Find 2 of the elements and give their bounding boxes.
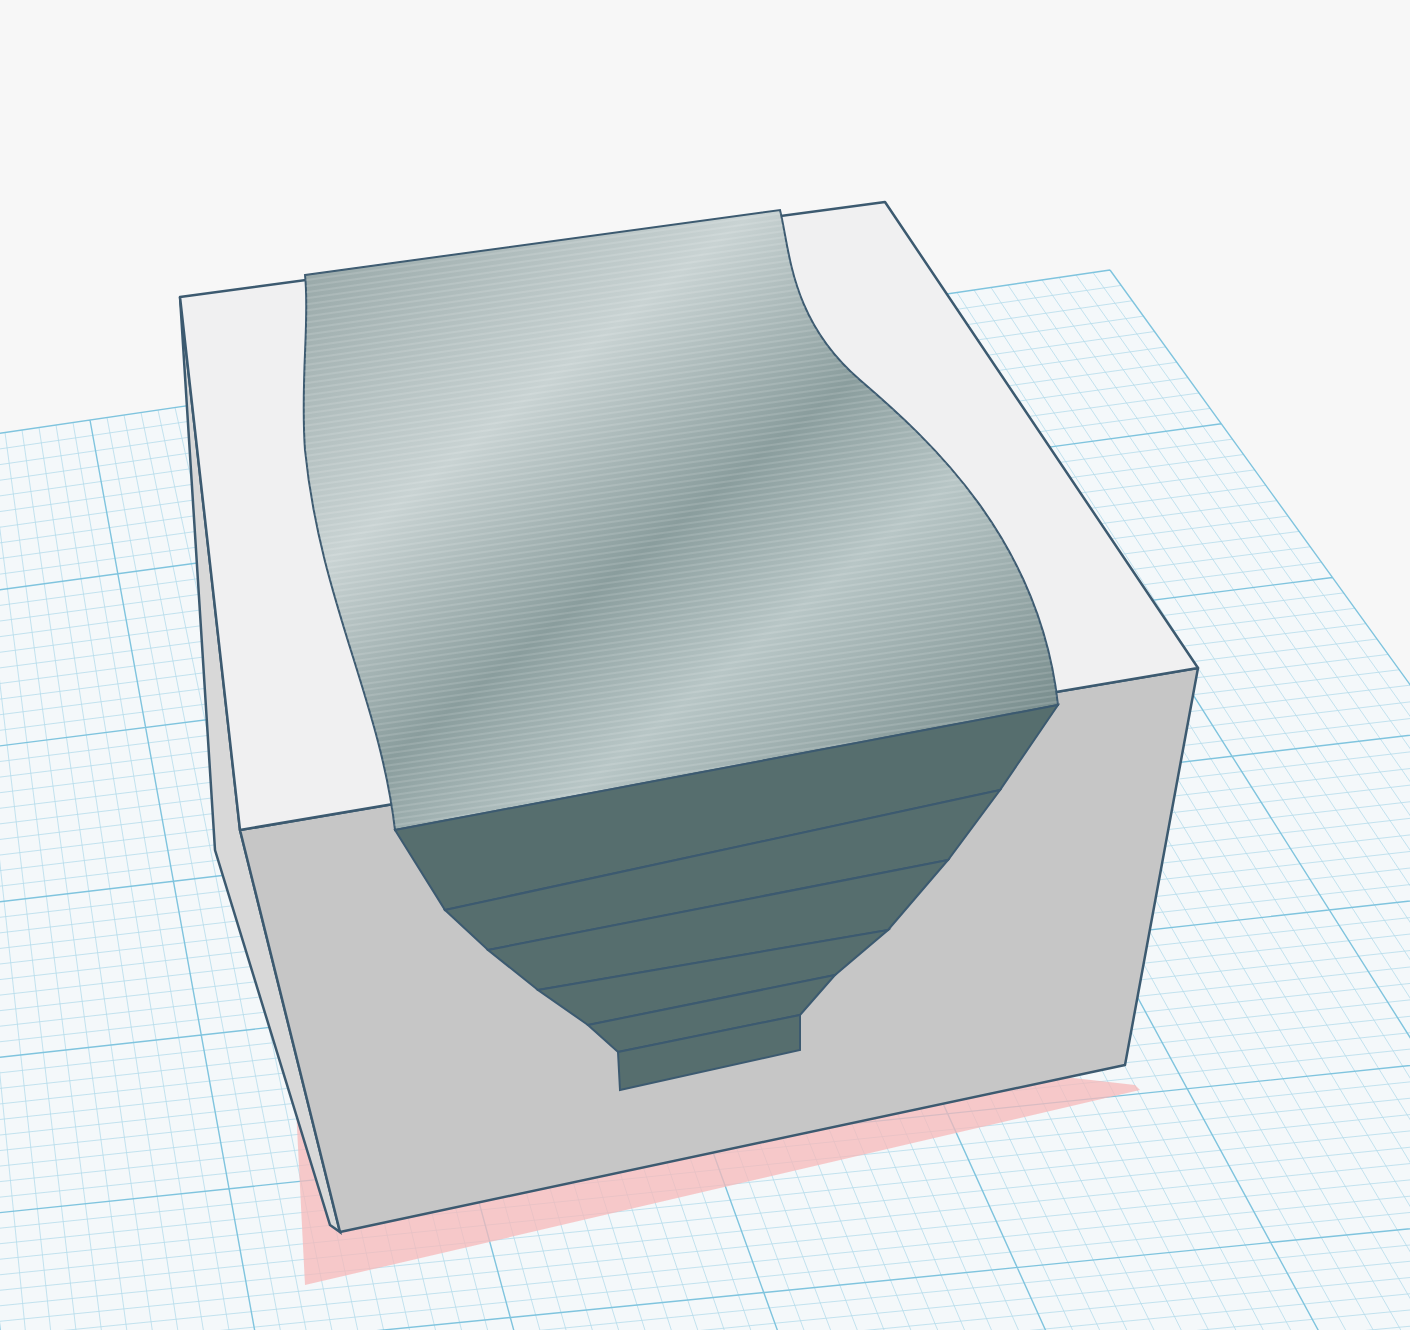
- model-drawing[interactable]: [178, 200, 1200, 1235]
- 3d-viewport[interactable]: [0, 0, 1410, 1330]
